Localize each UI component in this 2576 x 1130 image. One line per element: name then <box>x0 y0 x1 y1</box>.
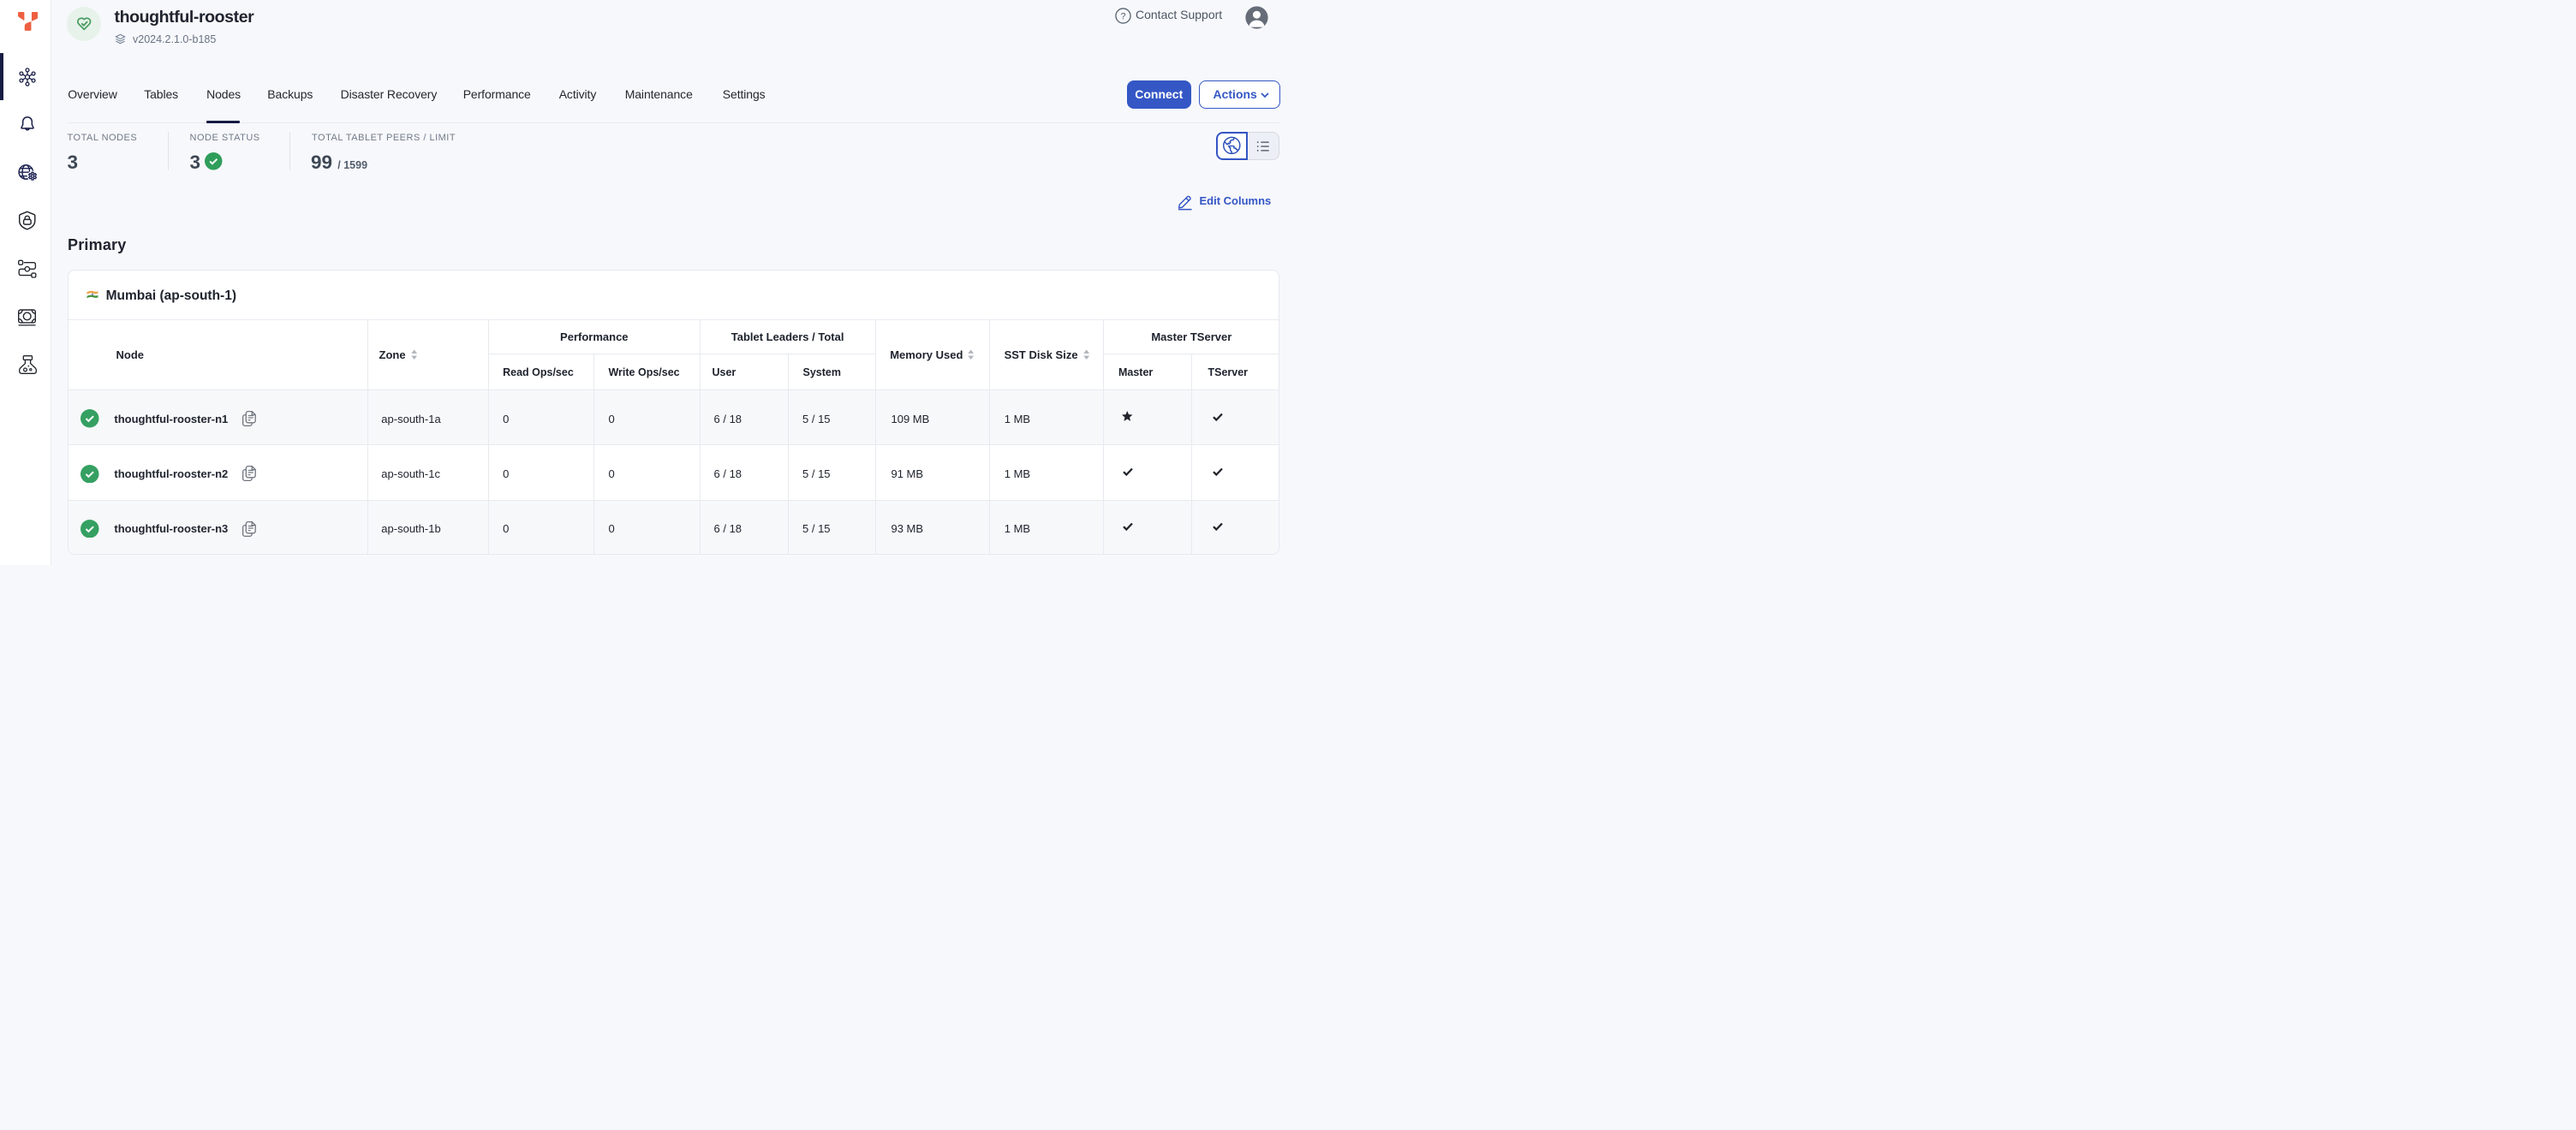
svg-text:?: ? <box>1120 11 1125 21</box>
